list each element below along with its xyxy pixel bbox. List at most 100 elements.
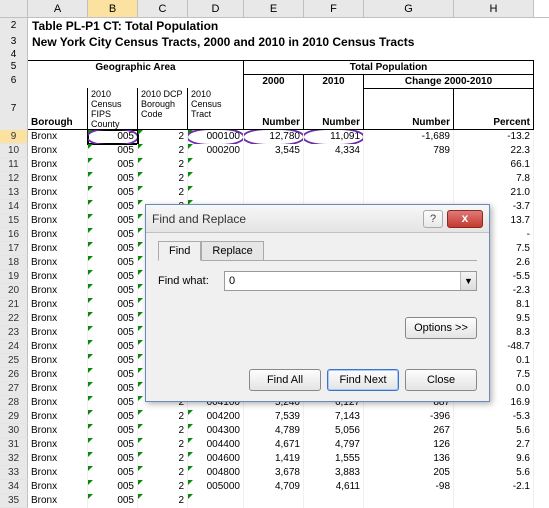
table-row[interactable]: 30Bronx00520043004,7895,0562675.6 bbox=[0, 424, 549, 438]
cell-fips[interactable]: 005 bbox=[88, 326, 138, 340]
cell-borough[interactable]: Bronx bbox=[28, 256, 88, 270]
cell-dcp[interactable]: 2 bbox=[138, 466, 188, 480]
cell-2000[interactable]: 3,678 bbox=[244, 466, 304, 480]
cell-fips[interactable]: 005 bbox=[88, 354, 138, 368]
cell-borough[interactable]: Bronx bbox=[28, 452, 88, 466]
table-row[interactable]: 12Bronx00527.8 bbox=[0, 172, 549, 186]
cell-dcp[interactable]: 2 bbox=[138, 452, 188, 466]
cell-change[interactable]: -1,689 bbox=[364, 130, 454, 144]
table-row[interactable]: 29Bronx00520042007,5397,143-396-5.3 bbox=[0, 410, 549, 424]
cell-tract[interactable] bbox=[188, 158, 244, 172]
col-H[interactable]: H bbox=[454, 0, 534, 17]
cell-change[interactable]: 205 bbox=[364, 466, 454, 480]
row-num-2[interactable]: 2 bbox=[0, 18, 28, 34]
cell-borough[interactable]: Bronx bbox=[28, 200, 88, 214]
cell-borough[interactable]: Bronx bbox=[28, 438, 88, 452]
cell-fips[interactable]: 005 bbox=[88, 298, 138, 312]
col-A[interactable]: A bbox=[28, 0, 88, 17]
row-num[interactable]: 15 bbox=[0, 214, 28, 228]
cell-percent[interactable]: 5.6 bbox=[454, 466, 534, 480]
cell-2010[interactable]: 5,056 bbox=[304, 424, 364, 438]
cell-change[interactable]: 136 bbox=[364, 452, 454, 466]
cell-change[interactable]: 126 bbox=[364, 438, 454, 452]
cell-fips[interactable]: 005 bbox=[88, 144, 138, 158]
row-num-5[interactable]: 5 bbox=[0, 60, 28, 74]
cell-dcp[interactable]: 2 bbox=[138, 410, 188, 424]
cell-2000[interactable] bbox=[244, 186, 304, 200]
tab-replace[interactable]: Replace bbox=[201, 241, 263, 260]
cell-dcp[interactable]: 2 bbox=[138, 438, 188, 452]
cell-fips[interactable]: 005 bbox=[88, 368, 138, 382]
col-E[interactable]: E bbox=[244, 0, 304, 17]
find-all-button[interactable]: Find All bbox=[249, 369, 321, 391]
cell-percent[interactable]: 2.7 bbox=[454, 438, 534, 452]
cell-2000[interactable]: 4,709 bbox=[244, 480, 304, 494]
cell-fips[interactable]: 005 bbox=[88, 424, 138, 438]
cell-fips[interactable]: 005 bbox=[88, 480, 138, 494]
cell-borough[interactable]: Bronx bbox=[28, 466, 88, 480]
cell-tract[interactable] bbox=[188, 172, 244, 186]
row-num[interactable]: 27 bbox=[0, 382, 28, 396]
cell-fips[interactable]: 005 bbox=[88, 410, 138, 424]
cell-borough[interactable]: Bronx bbox=[28, 340, 88, 354]
cell-fips[interactable]: 005 bbox=[88, 382, 138, 396]
cell-tract[interactable]: 000100 bbox=[188, 130, 244, 144]
row-num[interactable]: 22 bbox=[0, 312, 28, 326]
cell-borough[interactable]: Bronx bbox=[28, 480, 88, 494]
col-G[interactable]: G bbox=[364, 0, 454, 17]
row-num-6[interactable]: 6 bbox=[0, 74, 28, 88]
col-C[interactable]: C bbox=[138, 0, 188, 17]
cell-2010[interactable]: 4,611 bbox=[304, 480, 364, 494]
close-icon[interactable]: x bbox=[447, 210, 483, 228]
col-B[interactable]: B bbox=[88, 0, 138, 17]
row-num[interactable]: 16 bbox=[0, 228, 28, 242]
cell-fips[interactable]: 005 bbox=[88, 284, 138, 298]
cell-2000[interactable]: 4,671 bbox=[244, 438, 304, 452]
cell-borough[interactable]: Bronx bbox=[28, 382, 88, 396]
cell-tract[interactable] bbox=[188, 494, 244, 508]
row-num[interactable]: 20 bbox=[0, 284, 28, 298]
col-D[interactable]: D bbox=[188, 0, 244, 17]
row-num[interactable]: 26 bbox=[0, 368, 28, 382]
cell-fips[interactable]: 005 bbox=[88, 200, 138, 214]
cell-percent[interactable]: -2.1 bbox=[454, 480, 534, 494]
row-num[interactable]: 28 bbox=[0, 396, 28, 410]
cell-2010[interactable] bbox=[304, 186, 364, 200]
cell-borough[interactable]: Bronx bbox=[28, 186, 88, 200]
cell-fips[interactable]: 005 bbox=[88, 158, 138, 172]
cell-fips[interactable]: 005 bbox=[88, 312, 138, 326]
cell-borough[interactable]: Bronx bbox=[28, 494, 88, 508]
cell-percent[interactable]: 21.0 bbox=[454, 186, 534, 200]
col-F[interactable]: F bbox=[304, 0, 364, 17]
row-num[interactable]: 21 bbox=[0, 298, 28, 312]
cell-fips[interactable]: 005 bbox=[88, 228, 138, 242]
cell-borough[interactable]: Bronx bbox=[28, 228, 88, 242]
row-num[interactable]: 32 bbox=[0, 452, 28, 466]
cell-2010[interactable]: 11,091 bbox=[304, 130, 364, 144]
cell-2010[interactable] bbox=[304, 158, 364, 172]
row-num[interactable]: 29 bbox=[0, 410, 28, 424]
cell-dcp[interactable]: 2 bbox=[138, 424, 188, 438]
tab-find[interactable]: Find bbox=[158, 241, 201, 261]
cell-percent[interactable]: 7.8 bbox=[454, 172, 534, 186]
row-num[interactable]: 11 bbox=[0, 158, 28, 172]
cell-dcp[interactable]: 2 bbox=[138, 144, 188, 158]
cell-2000[interactable]: 12,780 bbox=[244, 130, 304, 144]
row-num[interactable]: 18 bbox=[0, 256, 28, 270]
table-row[interactable]: 9Bronx005200010012,78011,091-1,689-13.2 bbox=[0, 130, 549, 144]
cell-dcp[interactable]: 2 bbox=[138, 130, 188, 144]
cell-change[interactable]: 789 bbox=[364, 144, 454, 158]
cell-borough[interactable]: Bronx bbox=[28, 214, 88, 228]
row-num[interactable]: 23 bbox=[0, 326, 28, 340]
cell-2010[interactable]: 1,555 bbox=[304, 452, 364, 466]
cell-borough[interactable]: Bronx bbox=[28, 172, 88, 186]
cell-tract[interactable]: 005000 bbox=[188, 480, 244, 494]
dialog-titlebar[interactable]: Find and Replace ? x bbox=[146, 205, 489, 233]
cell-dcp[interactable]: 2 bbox=[138, 158, 188, 172]
cell-tract[interactable]: 004400 bbox=[188, 438, 244, 452]
select-all-corner[interactable] bbox=[0, 0, 28, 17]
cell-borough[interactable]: Bronx bbox=[28, 396, 88, 410]
table-row[interactable]: 35Bronx0052 bbox=[0, 494, 549, 508]
row-num-4[interactable]: 4 bbox=[0, 50, 28, 60]
cell-dcp[interactable]: 2 bbox=[138, 186, 188, 200]
